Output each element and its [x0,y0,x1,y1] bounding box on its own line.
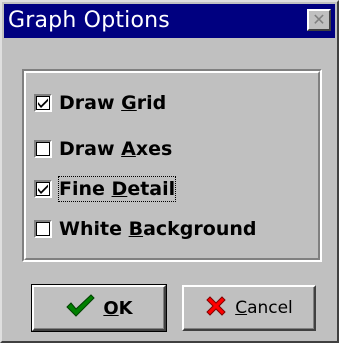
window-title: Graph Options [8,8,170,33]
ok-button[interactable]: OK [31,284,167,332]
checkmark-icon [38,184,48,194]
ok-label: OK [103,297,133,319]
checkmark-icon [65,294,96,322]
draw-grid-checkbox[interactable]: Draw Grid [34,90,166,116]
close-button[interactable]: ✕ [307,9,331,31]
title-bar[interactable]: Graph Options ✕ [4,4,335,38]
fine-detail-checkbox-box[interactable] [34,180,52,198]
x-icon [205,295,227,321]
draw-grid-label: Draw Grid [59,92,167,114]
white-background-checkbox-box[interactable] [34,220,52,238]
cancel-button[interactable]: Cancel [182,285,316,331]
white-background-label: White Background [59,218,257,240]
fine-detail-checkbox[interactable]: Fine Detail [34,176,177,202]
close-icon: ✕ [312,10,326,29]
draw-axes-label: Draw Axes [59,138,173,160]
graph-options-dialog: Graph Options ✕ Draw Grid Draw Axes Fine… [0,0,339,343]
draw-grid-checkbox-box[interactable] [34,94,52,112]
draw-axes-checkbox-box[interactable] [34,140,52,158]
checkmark-icon [38,98,48,108]
white-background-checkbox[interactable]: White Background [34,216,256,242]
fine-detail-label: Fine Detail [57,176,177,202]
draw-axes-checkbox[interactable]: Draw Axes [34,136,172,162]
cancel-label: Cancel [235,298,293,318]
